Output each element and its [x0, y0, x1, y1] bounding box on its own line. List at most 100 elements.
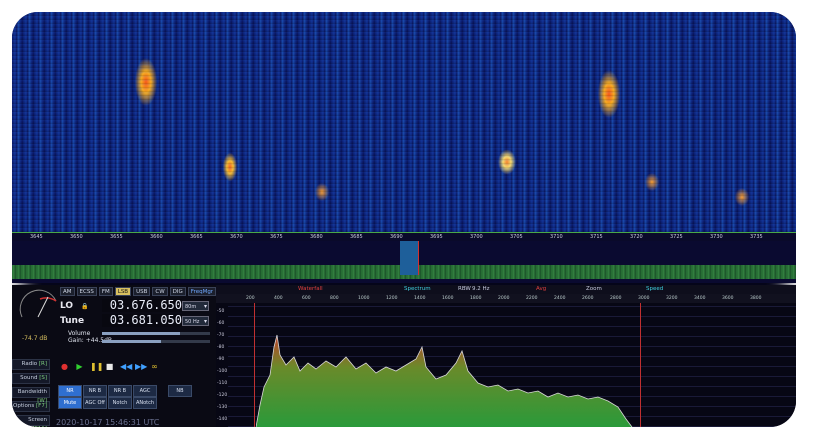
- wf-tick: 3660: [150, 234, 163, 240]
- zoom-label[interactable]: Zoom: [586, 286, 602, 292]
- ruler-tick: 1000: [358, 296, 370, 301]
- anotch-button[interactable]: ANotch: [133, 397, 157, 409]
- ruler-tick: 200: [246, 296, 255, 301]
- play-icon[interactable]: ▶: [75, 362, 84, 371]
- mode-lsb-button[interactable]: LSB: [114, 287, 132, 296]
- ruler-tick: 800: [330, 296, 339, 301]
- db-tick: -130: [217, 405, 228, 410]
- screen-panel-button[interactable]: Screen [F11]: [12, 415, 50, 427]
- side-label: Options: [13, 403, 35, 409]
- db-tick: -60: [217, 321, 225, 326]
- stop-icon[interactable]: ■: [105, 362, 114, 371]
- spectrum-toggle[interactable]: Spectrum: [404, 286, 431, 292]
- mode-bar: AM ECSS FM LSB USB CW DIG FreqMgr: [60, 287, 217, 296]
- wf-tick: 3680: [310, 234, 323, 240]
- ruler-tick: 600: [302, 296, 311, 301]
- ruler-tick: 3000: [638, 296, 650, 301]
- audio-spectrum-plot[interactable]: [228, 303, 796, 427]
- wf-tick: 3665: [190, 234, 203, 240]
- gain-slider[interactable]: [102, 340, 210, 343]
- side-label: Screen: [28, 417, 47, 423]
- ruler-tick: 3400: [694, 296, 706, 301]
- forward-icon[interactable]: ▶▶: [135, 362, 147, 371]
- mode-fm-button[interactable]: FM: [98, 287, 113, 296]
- band-overview[interactable]: [12, 241, 796, 283]
- agc-off-button[interactable]: AGC Off: [83, 397, 107, 409]
- ruler-tick: 1200: [386, 296, 398, 301]
- db-tick: -50: [217, 309, 225, 314]
- transport-controls: ● ▶ ❚❚ ■ ◀◀ ▶▶ ∞: [60, 362, 159, 371]
- bandwidth-panel-button[interactable]: Bandwidth [W]: [12, 387, 50, 404]
- freq-manager-button[interactable]: FreqMgr: [187, 287, 217, 296]
- mode-cw-button[interactable]: CW: [152, 287, 168, 296]
- sound-panel-button[interactable]: Sound [S]: [12, 373, 50, 384]
- spectrum-db-axis: -50 -60 -70 -80 -90 -100 -110 -120 -130 …: [216, 303, 228, 427]
- waterfall-display[interactable]: [12, 12, 796, 232]
- wf-tick: 3720: [630, 234, 643, 240]
- record-icon[interactable]: ●: [60, 362, 69, 371]
- mode-dig-button[interactable]: DIG: [169, 287, 186, 296]
- ruler-tick: 3200: [666, 296, 678, 301]
- nr-button[interactable]: NR: [58, 385, 82, 397]
- band-select[interactable]: 80m: [182, 301, 209, 312]
- waterfall-toggle[interactable]: Waterfall: [298, 286, 323, 292]
- volume-label: Volume: [68, 330, 91, 337]
- ruler-tick: 3800: [750, 296, 762, 301]
- wf-tick: 3655: [110, 234, 123, 240]
- nrb2-button[interactable]: NR B: [108, 385, 132, 397]
- mute-button[interactable]: Mute: [58, 397, 82, 409]
- passband-high-edge[interactable]: [640, 303, 641, 427]
- wf-tick: 3690: [390, 234, 403, 240]
- control-panel: -74.7 dB AM ECSS FM LSB USB CW DIG FreqM…: [12, 285, 217, 427]
- nb-button[interactable]: NB: [168, 385, 192, 397]
- lock-icon[interactable]: 🔒: [81, 303, 88, 310]
- rbw-value[interactable]: 9.2 Hz: [472, 286, 490, 292]
- wf-tick: 3685: [350, 234, 363, 240]
- db-tick: -70: [217, 333, 225, 338]
- audio-spectrum-panel: Waterfall Spectrum RBW 9.2 Hz Avg Zoom S…: [216, 285, 796, 427]
- mode-usb-button[interactable]: USB: [133, 287, 151, 296]
- avg-toggle[interactable]: Avg: [536, 286, 546, 292]
- wf-tick: 3670: [230, 234, 243, 240]
- lo-frequency-display[interactable]: 03.676.650: [102, 299, 182, 312]
- tune-frequency-display[interactable]: 03.681.050: [102, 314, 182, 327]
- side-label: Bandwidth: [17, 389, 47, 395]
- ruler-tick: 2800: [610, 296, 622, 301]
- wf-tick: 3650: [70, 234, 83, 240]
- radio-panel-button[interactable]: Radio [R]: [12, 359, 50, 370]
- waterfall-frequency-ruler[interactable]: 3645 3650 3655 3660 3665 3670 3675 3680 …: [12, 232, 796, 241]
- utc-clock: 2020-10-17 15:46:31 UTC: [56, 418, 160, 427]
- side-label: Sound: [20, 375, 38, 381]
- wf-tick: 3705: [510, 234, 523, 240]
- rewind-icon[interactable]: ◀◀: [120, 362, 132, 371]
- s-meter-value: -74.7 dB: [22, 335, 48, 342]
- notch-button[interactable]: Notch: [108, 397, 132, 409]
- agc-button[interactable]: AGC: [133, 385, 157, 397]
- side-key: [F7]: [36, 403, 47, 409]
- passband-low-edge[interactable]: [254, 303, 255, 427]
- options-panel-button[interactable]: Options [F7]: [12, 401, 50, 412]
- s-meter-gauge-icon: [19, 289, 57, 318]
- side-key: [S]: [39, 375, 47, 381]
- mode-am-button[interactable]: AM: [60, 287, 75, 296]
- tuning-step-select[interactable]: 50 Hz: [182, 316, 209, 327]
- spectrum-frequency-ruler: 200 400 600 800 1000 1200 1400 1600 1800…: [216, 294, 796, 303]
- nrb-button[interactable]: NR B: [83, 385, 107, 397]
- speed-label[interactable]: Speed: [646, 286, 663, 292]
- overview-tune-marker[interactable]: [418, 241, 419, 275]
- wf-tick: 3645: [30, 234, 43, 240]
- wf-tick: 3700: [470, 234, 483, 240]
- loop-icon[interactable]: ∞: [150, 362, 159, 371]
- volume-slider[interactable]: [102, 332, 210, 335]
- pause-icon[interactable]: ❚❚: [90, 362, 103, 371]
- db-tick: -100: [217, 369, 228, 374]
- db-tick: -110: [217, 381, 228, 386]
- mode-ecss-button[interactable]: ECSS: [76, 287, 97, 296]
- ruler-tick: 2600: [582, 296, 594, 301]
- sdr-app-frame: 3645 3650 3655 3660 3665 3670 3675 3680 …: [12, 12, 796, 427]
- overview-passband-selection[interactable]: [400, 241, 418, 275]
- ruler-tick: 1800: [470, 296, 482, 301]
- wf-tick: 3725: [670, 234, 683, 240]
- tune-label: Tune: [60, 316, 85, 326]
- ruler-tick: 3600: [722, 296, 734, 301]
